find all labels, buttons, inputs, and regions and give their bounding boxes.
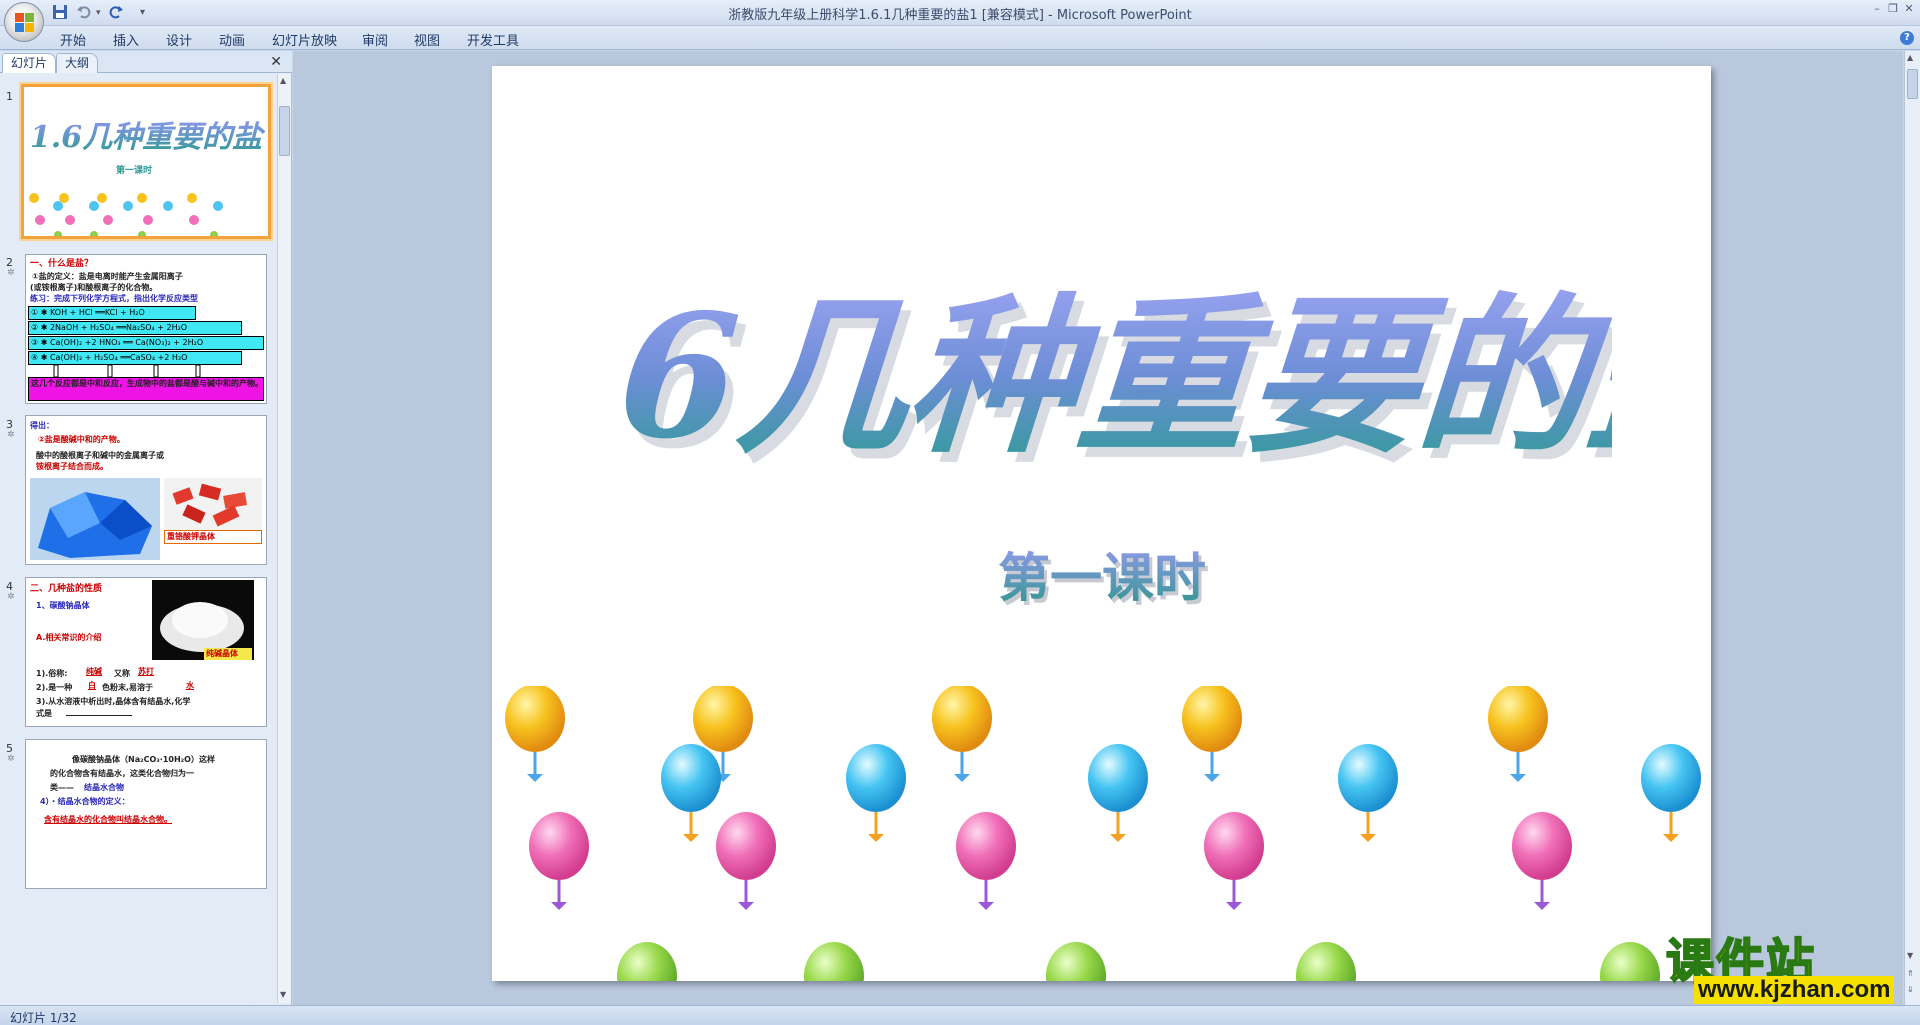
help-icon[interactable]: ? [1900, 31, 1914, 45]
thumb-answer: 结晶水合物 [84, 783, 124, 792]
undo-icon[interactable] [76, 4, 92, 22]
scroll-up-icon[interactable]: ▲ [1907, 53, 1913, 62]
slide-thumbnail-3[interactable]: 得出： ②盐是酸碱中和的产物。 酸中的酸根离子和碱中的金属离子或 铵根离子结合而… [25, 415, 267, 565]
image-caption: 重铬酸钾晶体 [164, 530, 262, 544]
image-caption: 纯碱晶体 [204, 648, 252, 660]
thumb-answer: 苏打 [138, 667, 154, 676]
animation-star-icon: ✲ [7, 430, 15, 440]
thumb-text: 像碳酸钠晶体（Na₂CO₃·10H₂O）这样 [72, 755, 215, 764]
thumb-text: 又称 [114, 669, 130, 678]
scroll-up-icon[interactable]: ▲ [280, 76, 286, 85]
equation-box: ② ✱ 2NaOH + H₂SO₄ ══Na₂SO₄ + 2H₂O [28, 321, 242, 335]
equation-box: ① ✱ KOH + HCl ══KCl + H₂O [28, 306, 196, 320]
dichromate-image [164, 478, 262, 530]
answer-blank [66, 715, 132, 716]
slide-scrollbar[interactable]: ▲ ▼ ⇑ ⇓ [1904, 51, 1920, 1005]
panel-tabs: 幻灯片 大纲 ✕ [0, 51, 292, 73]
copper-sulfate-image [30, 478, 160, 560]
pink-balloons [529, 812, 1572, 910]
thumb-answer: 纯碱 [86, 667, 102, 676]
slide-number: 1 [6, 90, 13, 103]
thumb-text: 2).是一种 [36, 683, 73, 692]
tab-animations[interactable]: 动画 [219, 30, 245, 49]
thumb-text: 式是 [36, 709, 52, 718]
status-bar: 幻灯片 1/32 [0, 1005, 1920, 1025]
ribbon-tabs: 开始 插入 设计 动画 幻灯片放映 审阅 视图 开发工具 ? [0, 26, 1920, 50]
slide-title: 1.6几种重要的盐 [612, 277, 1612, 477]
slide-thumbnail-1[interactable]: 1.6几种重要的盐 第一课时 [21, 84, 271, 239]
tab-design[interactable]: 设计 [166, 30, 192, 49]
balloon-decor [29, 193, 223, 236]
thumbnail-scrollbar[interactable]: ▲ ▼ [277, 74, 291, 1003]
thumb-text: (或铵根离子)和酸根离子的化合物。 [30, 283, 158, 292]
thumb-text: 练习：完成下列化学方程式，指出化学反应类型 [30, 294, 198, 303]
thumb-text: 一、什么是盐？ [30, 259, 94, 269]
save-icon[interactable] [52, 4, 68, 22]
watermark: 课件站 www.kjzhan.com [1665, 922, 1906, 1004]
thumb-text: 色粉末,易溶于 [102, 683, 154, 692]
thumb-text: 类—— [50, 783, 74, 792]
thumb-text: 二、几种盐的性质 [30, 584, 103, 594]
thumb-text: 1).俗称: [36, 669, 68, 678]
thumb-answer: 水 [186, 681, 194, 690]
tab-view[interactable]: 视图 [414, 30, 440, 49]
thumb-text: 铵根离子结合而成。 [36, 462, 108, 471]
balloon-decoration [505, 686, 1701, 981]
tab-home[interactable]: 开始 [60, 30, 86, 49]
close-button[interactable]: ✕ [1900, 2, 1918, 16]
animation-star-icon: ✲ [7, 754, 15, 764]
animation-star-icon: ✲ [7, 592, 15, 602]
scroll-down-icon[interactable]: ▼ [1907, 951, 1913, 960]
office-button[interactable] [4, 2, 44, 42]
thumb-text: 3).从水溶液中析出时,晶体含有结晶水,化学 [36, 697, 191, 706]
green-balloons [617, 942, 1660, 981]
thumb-text: 4）・结晶水合物的定义： [40, 797, 130, 806]
slide-thumbnail-2[interactable]: 一、什么是盐？ ①盐的定义：盐是电离时能产生金属阳离子 (或铵根离子)和酸根离子… [25, 254, 267, 404]
slide-counter: 幻灯片 1/32 [10, 1011, 77, 1025]
thumb-answer: 白 [88, 681, 96, 690]
slide-title-wordart[interactable]: 1.6几种重要的盐 1.6几种重要的盐 [612, 206, 1612, 526]
slide-subtitle-wordart[interactable]: 第一课时 第一课时 [952, 536, 1252, 626]
tab-slideshow[interactable]: 幻灯片放映 [272, 30, 337, 49]
office-logo-icon [15, 13, 35, 33]
slide-thumbnail-5[interactable]: 像碳酸钠晶体（Na₂CO₃·10H₂O）这样 的化合物含有结晶水，这类化合物归为… [25, 739, 267, 889]
current-slide[interactable]: 1.6几种重要的盐 1.6几种重要的盐 第一课时 第一课时 [492, 66, 1711, 981]
slide-thumbnail-4[interactable]: 二、几种盐的性质 1、碳酸钠晶体 A.相关常识的介绍 纯碱晶体 1).俗称: 纯… [25, 577, 267, 727]
thumb-text: ①盐的定义：盐是电离时能产生金属阳离子 [32, 272, 183, 281]
thumb-text: A.相关常识的介绍 [36, 633, 102, 642]
thumb-text: 1、碳酸钠晶体 [36, 601, 90, 610]
tab-insert[interactable]: 插入 [113, 30, 139, 49]
tab-outline[interactable]: 大纲 [56, 53, 99, 73]
thumb-text: 得出： [30, 421, 54, 430]
slide-1-title: 1.6几种重要的盐 [30, 120, 266, 155]
animation-star-icon: ✲ [7, 268, 15, 278]
tab-developer[interactable]: 开发工具 [467, 30, 519, 49]
scroll-down-icon[interactable]: ▼ [280, 990, 286, 999]
thumb-text: 含有结晶水的化合物叫结晶水合物。 [44, 815, 172, 824]
slide-1-subtitle: 第一课时 [116, 164, 152, 176]
slide-thumbnail-list: 1 1.6几种重要的盐 第一课时 2 ✲ 一、什么是盐？ ①盐的定义：盐是电离时… [0, 74, 276, 1003]
thumb-text: ②盐是酸碱中和的产物。 [38, 435, 125, 444]
equation-box: ③ ✱ Ca(OH)₂ +2 HNO₃ ══ Ca(NO₃)₂ + 2H₂O [28, 336, 264, 350]
tab-slides[interactable]: 幻灯片 [2, 53, 57, 73]
summary-box: 这几个反应都是中和反应，生成物中的盐都是酸与碱中和的产物。 [28, 377, 264, 401]
thumb-text: 的化合物含有结晶水，这类化合物归为一 [50, 769, 194, 778]
thumb-text: 酸中的酸根离子和碱中的金属离子或 [36, 451, 164, 460]
equation-box: ④ ✱ Ca(OH)₂ + H₂SO₄ ══CaSO₄ +2 H₂O [28, 351, 242, 365]
redo-icon[interactable] [108, 4, 124, 22]
customize-toolbar-icon[interactable]: ▾ [140, 4, 145, 22]
next-slide-icon[interactable]: ⇓ [1907, 985, 1914, 994]
scroll-thumb[interactable] [1907, 69, 1918, 99]
slide-1-preview: 1.6几种重要的盐 第一课时 [29, 120, 266, 236]
slide-subtitle: 第一课时 [998, 548, 1206, 609]
scroll-thumb[interactable] [279, 106, 290, 156]
undo-dropdown-icon[interactable]: ▾ [96, 4, 101, 22]
slides-panel: 幻灯片 大纲 ✕ 1 1.6几种重要的盐 第一课时 2 ✲ 一、什么是盐？ ①盐… [0, 51, 292, 1005]
tab-review[interactable]: 审阅 [362, 30, 388, 49]
window-title: 浙教版九年级上册科学1.6.1几种重要的盐1 [兼容模式] - Microsof… [728, 8, 1192, 23]
close-icon[interactable]: ✕ [270, 54, 282, 70]
previous-slide-icon[interactable]: ⇑ [1907, 969, 1914, 978]
title-bar: 浙教版九年级上册科学1.6.1几种重要的盐1 [兼容模式] - Microsof… [0, 0, 1920, 26]
watermark-url: www.kjzhan.com [1694, 976, 1895, 1004]
